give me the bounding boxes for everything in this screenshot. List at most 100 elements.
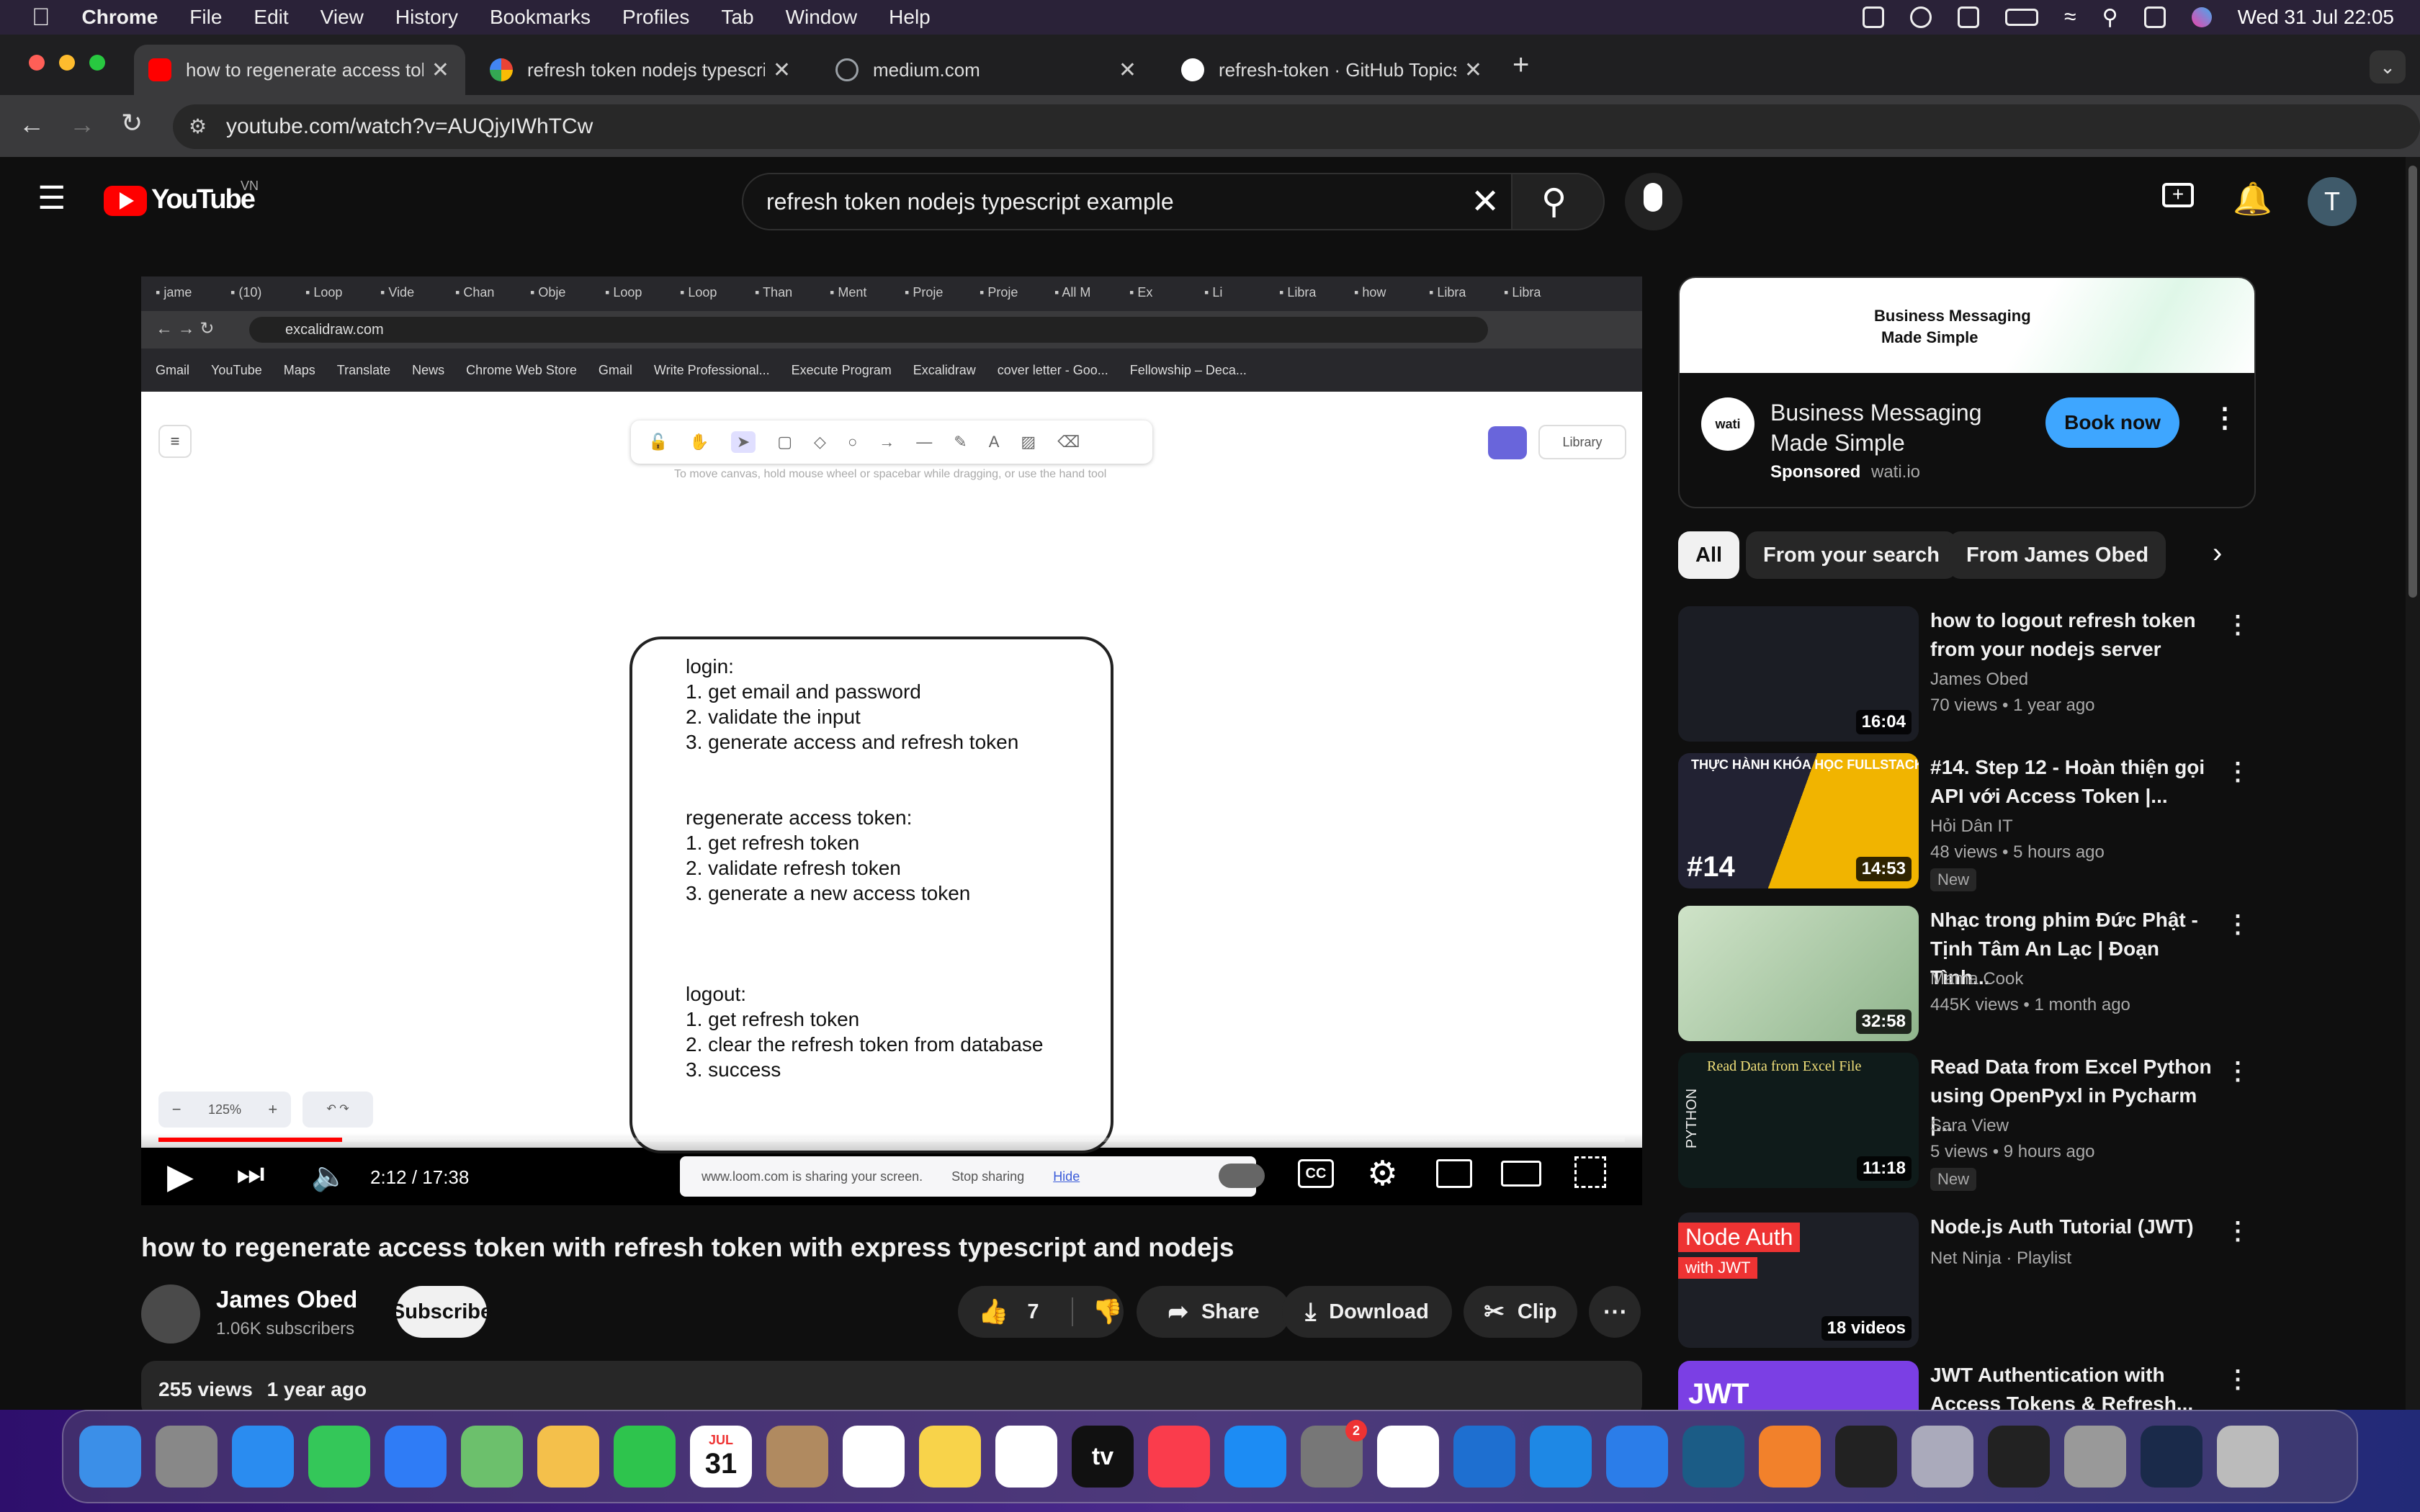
close-tab-icon[interactable]: ✕	[1464, 58, 1482, 83]
ad-cta-button[interactable]: Book now	[2045, 397, 2179, 448]
play-icon[interactable]: ▶	[167, 1156, 194, 1197]
back-icon[interactable]: ←	[19, 109, 45, 140]
menu-edit[interactable]: Edit	[254, 6, 288, 29]
miniplayer-icon[interactable]	[1436, 1159, 1472, 1188]
theater-mode-icon[interactable]	[1501, 1161, 1541, 1187]
video-thumbnail[interactable]: JWT	[1678, 1361, 1919, 1410]
menu-clock[interactable]: Wed 31 Jul 22:05	[2238, 6, 2394, 29]
status-input-source-icon[interactable]	[1958, 6, 1980, 28]
tab-github[interactable]: refresh-token · GitHub Topics ✕	[1167, 45, 1498, 95]
video-thumbnail[interactable]: Read Data from Excel File PYTHON 11:18	[1678, 1053, 1919, 1188]
close-tab-icon[interactable]: ✕	[773, 58, 791, 83]
dock-finder-icon[interactable]	[79, 1426, 141, 1488]
more-options-icon[interactable]: ⋮	[2226, 611, 2250, 639]
minimize-window-icon[interactable]	[59, 55, 75, 71]
menu-file[interactable]: File	[189, 6, 222, 29]
recommendation-item[interactable]: 16:04 how to logout refresh token from y…	[1678, 606, 2334, 743]
next-video-icon[interactable]: ⏭	[236, 1156, 265, 1192]
like-count[interactable]: 7	[1027, 1300, 1039, 1324]
channel-name[interactable]: James Obed	[216, 1286, 357, 1313]
youtube-wordmark[interactable]: YouTube	[151, 184, 256, 215]
more-options-icon[interactable]: ⋮	[2226, 757, 2250, 786]
dock-photos-icon[interactable]	[537, 1426, 599, 1488]
video-thumbnail[interactable]: THỰC HÀNH KHÓA HỌC FULLSTACK #14 14:53	[1678, 753, 1919, 888]
subscribe-button[interactable]: Subscribe	[391, 1286, 492, 1338]
ad-banner[interactable]: Business Messaging Made Simple	[1680, 278, 2254, 373]
dock-music-icon[interactable]	[1148, 1426, 1210, 1488]
dock-simulator-icon[interactable]	[1606, 1426, 1668, 1488]
tab-youtube[interactable]: how to regenerate access tok ✕	[134, 45, 465, 95]
status-shield-icon[interactable]	[1863, 6, 1885, 28]
progress-bar[interactable]	[158, 1138, 1625, 1142]
tab-medium[interactable]: medium.com ✕	[821, 45, 1152, 95]
tab-search-chevron-icon[interactable]: ⌄	[2370, 50, 2406, 84]
channel-avatar[interactable]	[141, 1284, 200, 1344]
dock-disk-utility-icon[interactable]	[2064, 1426, 2126, 1488]
more-actions-icon[interactable]: ⋯	[1589, 1286, 1641, 1338]
menu-history[interactable]: History	[395, 6, 458, 29]
dock-mysql-icon[interactable]	[1682, 1426, 1744, 1488]
search-input[interactable]: refresh token nodejs typescript example …	[742, 173, 1512, 230]
clip-button[interactable]: ✂ Clip	[1464, 1286, 1577, 1338]
more-options-icon[interactable]: ⋮	[2226, 1057, 2250, 1086]
control-center-icon[interactable]	[2143, 6, 2166, 28]
dock-facetime-icon[interactable]	[614, 1426, 676, 1488]
menu-window[interactable]: Window	[786, 6, 858, 29]
menu-profiles[interactable]: Profiles	[622, 6, 689, 29]
youtube-logo-icon[interactable]	[104, 186, 147, 216]
dock-launchpad-icon[interactable]	[156, 1426, 218, 1488]
dock-pages-icon[interactable]	[1759, 1426, 1821, 1488]
recommendation-item[interactable]: THỰC HÀNH KHÓA HỌC FULLSTACK #14 14:53 #…	[1678, 753, 2334, 891]
more-options-icon[interactable]: ⋮	[2226, 910, 2250, 939]
create-video-icon[interactable]: +	[2162, 183, 2194, 207]
dock-contacts-icon[interactable]	[766, 1426, 828, 1488]
tab-google[interactable]: refresh token nodejs typescri ✕	[475, 45, 807, 95]
dock-activity-monitor-icon[interactable]	[1988, 1426, 2050, 1488]
autoplay-toggle[interactable]	[1219, 1164, 1265, 1188]
dock-reminders-icon[interactable]	[843, 1426, 905, 1488]
dock-trash-icon[interactable]	[2217, 1426, 2279, 1488]
close-tab-icon[interactable]: ✕	[1119, 58, 1137, 83]
playlist-thumbnail[interactable]: Node Auth with JWT 18 videos	[1678, 1212, 1919, 1348]
volume-icon[interactable]: 🔈	[311, 1159, 347, 1193]
dock-safari-icon[interactable]	[232, 1426, 294, 1488]
chips-next-chevron-icon[interactable]: ›	[2213, 537, 2222, 570]
search-button[interactable]: ⚲	[1511, 173, 1605, 230]
menu-app-name[interactable]: Chrome	[82, 6, 158, 29]
status-play-icon[interactable]	[1910, 6, 1932, 28]
chip-from-your-search[interactable]: From your search	[1746, 531, 1957, 579]
site-info-icon[interactable]: ⚙	[189, 114, 207, 138]
like-icon[interactable]: 👍	[978, 1297, 1008, 1326]
menu-help[interactable]: Help	[889, 6, 931, 29]
dock-calendar-icon[interactable]: JUL 31	[690, 1426, 752, 1488]
more-options-icon[interactable]: ⋮	[2226, 1217, 2250, 1246]
new-tab-icon[interactable]: +	[1512, 49, 1529, 81]
dock-freeform-icon[interactable]	[995, 1426, 1057, 1488]
menu-bookmarks[interactable]: Bookmarks	[490, 6, 591, 29]
dock-chrome-icon[interactable]	[1377, 1426, 1439, 1488]
battery-icon[interactable]	[2005, 9, 2039, 26]
apple-menu-icon[interactable]: 	[32, 4, 50, 32]
chip-from-channel[interactable]: From James Obed	[1949, 531, 2166, 579]
recommendation-item[interactable]: 32:58 Nhạc trong phim Đức Phật - Tịnh Tâ…	[1678, 906, 2334, 1043]
recommendation-item[interactable]: JWT JWT Authentication with Access Token…	[1678, 1361, 2334, 1410]
address-bar[interactable]: ⚙ youtube.com/watch?v=AUQjyIWhTCw	[173, 104, 2420, 149]
share-button[interactable]: ➦ Share	[1137, 1286, 1291, 1338]
siri-icon[interactable]	[2191, 7, 2212, 27]
fullscreen-icon[interactable]	[1574, 1156, 1606, 1188]
dock-app-store-icon[interactable]	[1224, 1426, 1286, 1488]
video-thumbnail[interactable]: 32:58	[1678, 906, 1919, 1041]
ad-more-icon[interactable]: ⋮	[2211, 402, 2238, 434]
dock-terminal-icon[interactable]	[1835, 1426, 1897, 1488]
dock-html-file-icon[interactable]	[2141, 1426, 2202, 1488]
dock-mail-icon[interactable]	[385, 1426, 447, 1488]
clear-search-icon[interactable]: ✕	[1471, 181, 1500, 222]
dock-messages-icon[interactable]	[308, 1426, 370, 1488]
download-button[interactable]: ⤓ Download	[1282, 1286, 1452, 1338]
reload-icon[interactable]: ↻	[121, 108, 143, 138]
forward-icon[interactable]: →	[69, 109, 95, 140]
sponsored-ad-card[interactable]: Business Messaging Made Simple wati Busi…	[1678, 276, 2256, 508]
dock-vscode-icon[interactable]	[1453, 1426, 1515, 1488]
zoom-window-icon[interactable]	[89, 55, 105, 71]
dock-xcode-icon[interactable]	[1530, 1426, 1592, 1488]
